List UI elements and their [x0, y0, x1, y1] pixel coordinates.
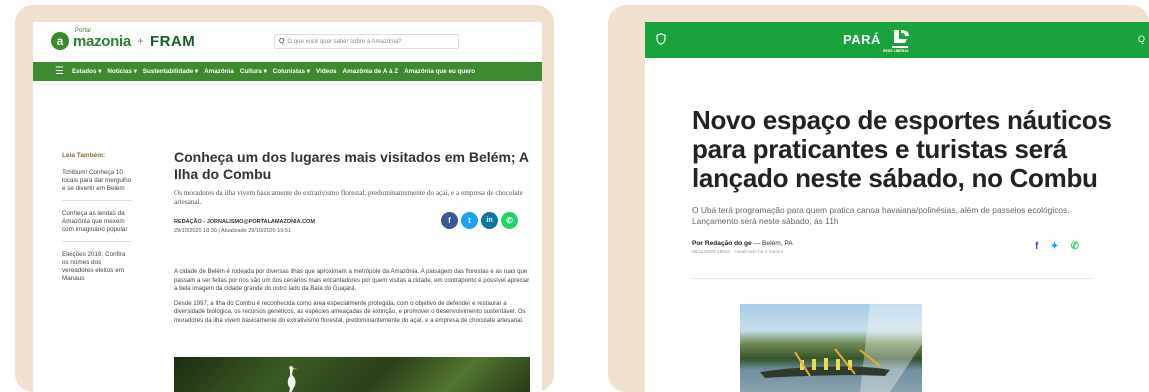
- search-placeholder: O que você quer saber sobre a Amazônia?: [287, 38, 402, 45]
- search-icon[interactable]: Q: [1138, 34, 1145, 44]
- byline-author: Por Redação do ge: [692, 240, 752, 247]
- nav-item-amazonia[interactable]: Amazônia: [204, 68, 234, 75]
- logo-text: mazonia: [73, 32, 131, 50]
- menu-icon[interactable]: ☰: [55, 66, 64, 77]
- egret-image-detail: [287, 365, 298, 392]
- network-name: REDE LIBERAL: [883, 49, 909, 53]
- related-sidebar: Leia Também: Tchibum! Conheça 10 locais …: [62, 152, 132, 299]
- related-link[interactable]: Eleições 2016: Confira os nomes dos vere…: [62, 251, 132, 290]
- site-header: PARÁ REDE LIBERAL Q: [645, 22, 1149, 58]
- share-buttons: f t in ✆: [441, 212, 518, 229]
- nav-item-sustentabilidade[interactable]: Sustentabilidade ▾: [143, 68, 198, 75]
- main-nav: ☰ Estados ▾ Notícias ▾ Sustentabilidade …: [33, 62, 542, 81]
- nav-item-estados[interactable]: Estados ▾: [72, 68, 101, 75]
- twitter-icon[interactable]: ✦: [1050, 241, 1058, 252]
- article-paragraph: A cidade de Belém é rodeada por diversas…: [174, 268, 530, 293]
- section-title[interactable]: PARÁ: [843, 32, 881, 47]
- article-date: 06/11/2020 19h01 · Atualizado há 2 meses: [692, 250, 783, 255]
- facebook-icon[interactable]: f: [441, 212, 458, 229]
- related-title: Leia Também:: [62, 152, 106, 159]
- article-title: Novo espaço de esportes náuticos para pr…: [692, 105, 1112, 193]
- whatsapp-icon[interactable]: ✆: [1071, 241, 1079, 252]
- logo-small-text: Portal: [75, 28, 91, 34]
- article-subtitle: Os moradores da ilha vivem basicamente d…: [174, 189, 523, 206]
- article-heading: Conheça um dos lugares mais visitados em…: [174, 149, 532, 207]
- site-header: a Portal mazonia + FRAM Q O que você que…: [33, 22, 542, 62]
- twitter-icon[interactable]: t: [461, 212, 478, 229]
- partner-logo: FRAM: [149, 32, 196, 50]
- search-icon: Q: [279, 38, 285, 45]
- related-link[interactable]: Tchibum! Conheça 10 locais para dar merg…: [62, 169, 132, 201]
- nav-item-videos[interactable]: Vídeos: [316, 68, 337, 75]
- shield-icon[interactable]: [656, 33, 666, 45]
- right-screenshot-frame: PARÁ REDE LIBERAL Q Novo espaço de espor…: [608, 5, 1149, 392]
- nav-item-cultura[interactable]: Cultura ▾: [240, 68, 267, 75]
- linkedin-icon[interactable]: in: [481, 212, 498, 229]
- ge-para-page: PARÁ REDE LIBERAL Q Novo espaço de espor…: [645, 22, 1149, 392]
- article-image: [174, 357, 530, 392]
- article-byline: Por Redação do ge — Belém, PA: [692, 240, 793, 247]
- article-byline: REDAÇÃO - JORNALISMO@PORTALAMAZONIA.COM: [174, 219, 315, 225]
- nav-item-amazonia-que-eu-quero[interactable]: Amazônia que eu quero: [404, 68, 475, 75]
- whatsapp-icon[interactable]: ✆: [501, 212, 518, 229]
- nav-item-noticias[interactable]: Notícias ▾: [107, 68, 136, 75]
- share-buttons: f ✦ ✆: [1035, 241, 1079, 252]
- divider: [692, 278, 1092, 279]
- portal-amazonia-page: a Portal mazonia + FRAM Q O que você que…: [33, 22, 542, 392]
- related-link[interactable]: Conheça as lendas da Amazônia que mexem …: [62, 210, 132, 242]
- byline-place: — Belém, PA: [753, 240, 793, 247]
- article-paragraph: Desde 1997, a Ilha do Combu é reconhecid…: [174, 299, 526, 324]
- canoe-image-detail: [760, 304, 922, 392]
- article-subtitle: O Ubá terá programação para quem pratica…: [692, 205, 1070, 226]
- article-title: Conheça um dos lugares mais visitados em…: [174, 149, 529, 182]
- search-input[interactable]: Q O que você quer saber sobre a Amazônia…: [274, 34, 459, 49]
- article-date: 29/10/2020 18:30 | Atualizado 29/10/2020…: [174, 228, 292, 234]
- logo-badge: a: [51, 32, 69, 50]
- article-image: [740, 304, 922, 392]
- facebook-icon[interactable]: f: [1035, 241, 1038, 252]
- portal-amazonia-logo[interactable]: a Portal mazonia + FRAM: [51, 28, 196, 50]
- left-screenshot-frame: a Portal mazonia + FRAM Q O que você que…: [15, 5, 554, 392]
- nav-item-colunistas[interactable]: Colunistas ▾: [273, 68, 310, 75]
- nav-item-amazonia-a-z[interactable]: Amazônia de A à Z: [343, 68, 399, 75]
- logo-separator: +: [136, 34, 144, 48]
- article-body: A cidade de Belém é rodeada por diversas…: [174, 268, 532, 332]
